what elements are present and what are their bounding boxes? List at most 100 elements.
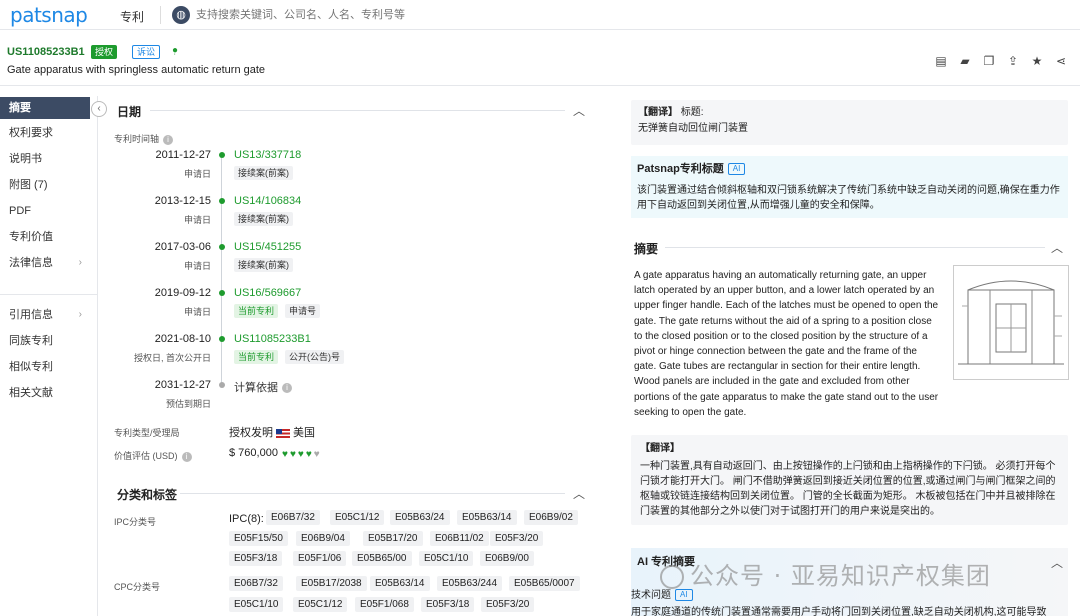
application-number-link[interactable]: US13/337718 <box>234 149 301 161</box>
patent-drawing-thumbnail[interactable] <box>953 265 1069 380</box>
chevron-up-icon[interactable]: ︿ <box>1051 554 1063 571</box>
sidebar-item-family[interactable]: 同族专利 <box>0 330 98 352</box>
publication-number[interactable]: US11085233B1 <box>7 46 85 58</box>
info-icon[interactable]: i <box>163 134 174 145</box>
chevron-up-icon[interactable]: ︿ <box>573 102 585 119</box>
ipc-label: IPC分类号 <box>114 517 157 527</box>
ipc-code-chip[interactable]: E05F3/18 <box>229 551 283 566</box>
cpc-code-chip[interactable]: E05F1/068 <box>355 597 414 612</box>
application-number-link[interactable]: US15/451255 <box>234 241 301 253</box>
globe-icon[interactable]: ◍ <box>172 6 190 24</box>
cpc-code-chip[interactable]: E05B63/14 <box>370 576 430 591</box>
nav-patent-tab[interactable]: 专利 <box>120 8 144 25</box>
sidebar-item-citations[interactable]: 引用信息 › <box>0 304 98 326</box>
litigation-badge[interactable]: 诉讼 <box>132 45 161 59</box>
current-patent-tag: 当前专利 <box>234 350 279 364</box>
gem-icon: ♥ <box>297 449 306 460</box>
value-label: 价值评估 (USD) i <box>114 449 192 462</box>
timeline-line <box>221 158 222 386</box>
timeline-date-type: 预估到期日 <box>165 399 211 409</box>
ipc-code-chip[interactable]: E05C1/12 <box>330 510 385 525</box>
ipc-code-chip[interactable]: E05F1/06 <box>293 551 347 566</box>
ipc-code-chip[interactable]: E05F3/20 <box>490 531 544 546</box>
collapse-sidebar-button[interactable]: ‹ <box>91 101 107 117</box>
timeline-dot <box>219 382 225 388</box>
sidebar-item-claims[interactable]: 权利要求 <box>0 122 98 144</box>
folder-icon[interactable]: ▰ <box>958 54 972 68</box>
application-number-link[interactable]: US16/569667 <box>234 287 301 299</box>
application-number-link[interactable]: US14/106834 <box>234 195 301 207</box>
patent-type-value: 授权发明 美国 <box>229 427 315 439</box>
abstract-translation-tag: 【翻译】 <box>640 443 680 454</box>
wechat-icon <box>660 565 684 589</box>
ipc-code-chip[interactable]: E05B17/20 <box>363 531 423 546</box>
copy-icon[interactable]: ❐ <box>982 54 996 68</box>
ipc-code-chip[interactable]: E06B11/02 <box>430 531 489 546</box>
timeline-date-type: 申请日 <box>183 169 211 179</box>
ipc-code-chip[interactable]: E06B7/32 <box>266 510 320 525</box>
cpc-code-chip[interactable]: E05B17/2038 <box>296 576 367 591</box>
ipc-code-chip[interactable]: E06B9/00 <box>480 551 534 566</box>
info-icon[interactable]: i <box>282 383 292 394</box>
ipc-code-chip[interactable]: E06B9/02 <box>524 510 578 525</box>
sidebar-item-related-docs[interactable]: 相关文献 <box>0 382 98 404</box>
sidebar-item-drawings[interactable]: 附图 (7) <box>0 174 98 196</box>
value-amount: $ 760,000 <box>229 447 278 459</box>
ipc-code-chip[interactable]: E05C1/10 <box>419 551 474 566</box>
timeline-date-type: 申请日 <box>183 215 211 225</box>
timeline-tag: 接续案(前案) <box>234 212 293 226</box>
timeline-date-type: 授权日, 首次公开日 <box>133 353 211 363</box>
sidebar-item-pdf[interactable]: PDF <box>0 200 98 222</box>
ipc-code-chip[interactable]: E05F15/50 <box>229 531 288 546</box>
value-rating-gems: ♥♥♥♥♥ <box>282 449 322 460</box>
sidebar-item-similar[interactable]: 相似专利 <box>0 356 98 378</box>
timeline-dot <box>219 336 225 342</box>
ai-badge: AI <box>727 163 746 176</box>
publication-number-link[interactable]: US11085233B1 <box>234 333 311 345</box>
search-input[interactable] <box>196 4 1076 26</box>
note-icon[interactable]: ▤ <box>934 54 948 68</box>
timeline-date: 2019-09-12 <box>154 287 211 299</box>
gem-icon: ♥ <box>282 449 290 460</box>
ipc-code-chip[interactable]: E05B65/00 <box>352 551 412 566</box>
cpc-code-chip[interactable]: E05B63/244 <box>437 576 503 591</box>
top-bar: patsnap 专利 ◍ <box>0 0 1080 30</box>
person-icon[interactable]: ●̣ <box>172 45 178 56</box>
cpc-code-chip[interactable]: E05C1/10 <box>229 597 284 612</box>
sidebar-item-abstract[interactable]: 摘要 <box>0 97 90 119</box>
cpc-code-chip[interactable]: E05F3/18 <box>421 597 475 612</box>
share-icon[interactable]: ⇪ <box>1006 54 1020 68</box>
chevron-up-icon[interactable]: ︿ <box>573 485 585 502</box>
cpc-code-chip[interactable]: E05C1/12 <box>293 597 348 612</box>
ipc-prefix: IPC(8): <box>229 513 264 525</box>
ipc-code-chip[interactable]: E06B9/04 <box>296 531 350 546</box>
ai-summary-text: 用于家庭通道的传统门装置通常需要用户手动将门回到关闭位置,缺乏自动关闭机构,这可… <box>631 607 1047 616</box>
sidebar-item-patent-value[interactable]: 专利价值 <box>0 226 98 248</box>
timeline-label: 专利时间轴 i <box>114 132 174 145</box>
timeline-date: 2017-03-06 <box>154 241 211 253</box>
star-icon[interactable]: ★ <box>1030 54 1044 68</box>
timeline-dot <box>219 198 225 204</box>
timeline-tag: 公开(公告)号 <box>285 350 344 364</box>
abstract-translation-text: 一种门装置,具有自动返回门、由上按钮操作的上闩锁和由上指柄操作的下闩锁。 必须打… <box>640 461 1056 517</box>
ipc-code-chip[interactable]: E05B63/14 <box>457 510 517 525</box>
chevron-up-icon[interactable]: ︿ <box>1051 239 1063 256</box>
section-divider <box>665 247 1045 248</box>
cpc-code-chip[interactable]: E05F3/20 <box>481 597 535 612</box>
timeline-date: 2021-08-10 <box>154 333 211 345</box>
left-sidebar: 摘要 权利要求 说明书 附图 (7) PDF 专利价值 法律信息 › 引用信息 › … <box>0 96 98 616</box>
patsnap-logo[interactable]: patsnap <box>10 3 88 27</box>
cpc-label: CPC分类号 <box>114 582 161 592</box>
sidebar-item-legal-info[interactable]: 法律信息 › <box>0 252 98 274</box>
timeline-date: 2011-12-27 <box>155 149 211 161</box>
ipc-code-chip[interactable]: E05B63/24 <box>390 510 450 525</box>
share-nodes-icon[interactable]: ⋖ <box>1054 54 1068 68</box>
cpc-code-chip[interactable]: E06B7/32 <box>229 576 283 591</box>
chevron-right-icon: › <box>78 309 82 320</box>
timeline-date-type: 申请日 <box>183 261 211 271</box>
sidebar-divider <box>0 294 98 295</box>
cpc-code-chip[interactable]: E05B65/0007 <box>509 576 580 591</box>
sidebar-item-description[interactable]: 说明书 <box>0 148 98 170</box>
info-icon[interactable]: i <box>181 451 192 462</box>
section-title-abstract: 摘要 <box>634 242 659 256</box>
